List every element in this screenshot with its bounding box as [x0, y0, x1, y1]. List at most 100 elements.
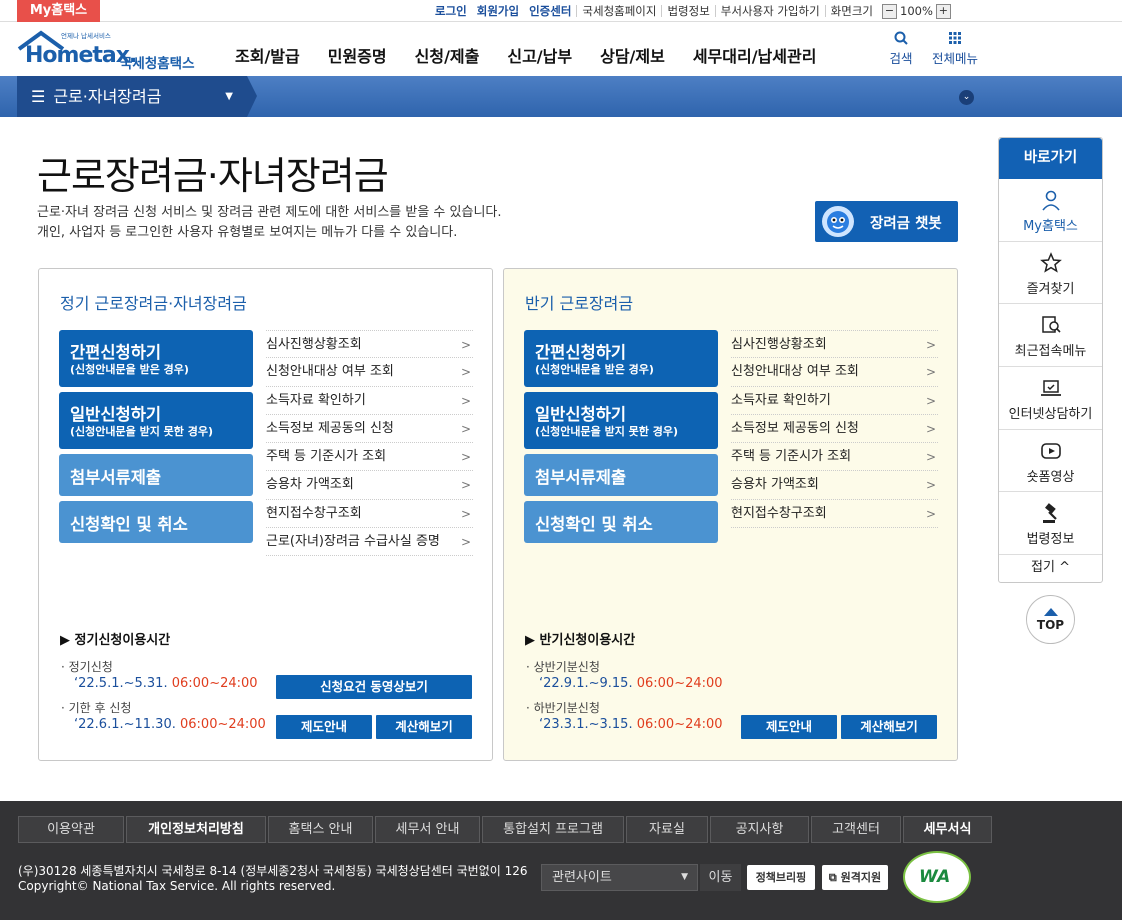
my-hometax-tab[interactable]: My홈택스 [17, 0, 100, 22]
calculate-button[interactable]: 계산해보기 [376, 715, 472, 739]
system-guide-button[interactable]: 제도안내 [276, 715, 372, 739]
expand-chevron-icon[interactable]: ⌄ [959, 90, 974, 105]
button-main-label: 첨부서류제출 [535, 468, 627, 487]
go-button[interactable]: 이동 [700, 864, 741, 891]
button-sub-label: (신청안내문을 받지 못한 경우) [535, 425, 678, 438]
video-button[interactable]: 신청요건 동영상보기 [276, 675, 472, 699]
button-main-label: 일반신청하기 [535, 405, 627, 424]
quick-favorites[interactable]: 즐겨찾기 [999, 242, 1102, 305]
hamburger-icon: ☰ [31, 87, 46, 106]
nav-consult[interactable]: 상담/제보 [600, 43, 665, 67]
dept-user-signup-link[interactable]: 부서사용자 가입하기 [714, 5, 825, 17]
footer-hometax-guide-link[interactable]: 홈택스 안내 [268, 816, 373, 843]
list-item[interactable]: 소득자료 확인하기 > [266, 387, 473, 415]
list-item[interactable]: 주택 등 기준시가 조회 > [266, 443, 473, 472]
list-item[interactable]: 소득정보 제공동의 신청 > [266, 415, 473, 444]
nts-home-link[interactable]: 국세청홈페이지 [576, 5, 661, 17]
check-cancel-button[interactable]: 신청확인 및 취소 [59, 501, 253, 543]
wa-certification-mark: WA [903, 851, 971, 903]
scroll-top-button[interactable]: TOP [1026, 595, 1075, 644]
button-main-label: 간편신청하기 [535, 343, 627, 362]
panel-title: 정기 근로장려금·자녀장려금 [60, 294, 247, 313]
submit-documents-button[interactable]: 첨부서류제출 [59, 454, 253, 496]
law-info-link[interactable]: 법령정보 [661, 5, 714, 17]
usage-time-title: ▶ 정기신청이용시간 [60, 633, 171, 648]
button-main-label: 신청확인 및 취소 [535, 515, 653, 534]
nav-tax-agent[interactable]: 세무대리/납세관리 [693, 43, 817, 67]
button-main-label: 첨부서류제출 [70, 468, 162, 487]
all-menu-button[interactable]: 전체메뉴 [928, 31, 982, 67]
list-item[interactable]: 소득정보 제공동의 신청 > [731, 415, 938, 444]
related-sites-select[interactable]: 관련사이트 ▼ [541, 864, 698, 891]
fold-button[interactable]: 접기 ^ [999, 555, 1102, 581]
quick-shortform-video[interactable]: 숏폼영상 [999, 430, 1102, 493]
chevron-right-icon: > [925, 338, 936, 352]
grid-menu-icon [949, 32, 961, 44]
simple-apply-button[interactable]: 간편신청하기 (신청안내문을 받은 경우) [59, 330, 253, 387]
list-item[interactable]: 근로(자녀)장려금 수급사실 증명 > [266, 528, 473, 557]
zoom-in-button[interactable]: + [935, 3, 951, 19]
quick-my-hometax[interactable]: My홈택스 [999, 179, 1102, 242]
list-item[interactable]: 신청안내대상 여부 조회 > [266, 358, 473, 387]
list-item[interactable]: 현지접수창구조회 > [266, 500, 473, 529]
calculate-button[interactable]: 계산해보기 [841, 715, 937, 739]
zoom-label: 화면크기 [824, 5, 878, 17]
search-button[interactable]: 검색 [886, 31, 916, 67]
cert-center-link[interactable]: 인증센터 [524, 3, 576, 19]
page-title: 근로장려금·자녀장려금 [37, 154, 389, 198]
chevron-right-icon: > [460, 338, 471, 352]
usage-period: ‘22.6.1.~11.30. 06:00~24:00 [74, 717, 266, 732]
general-apply-button[interactable]: 일반신청하기 (신청안내문을 받지 못한 경우) [59, 392, 253, 449]
footer-install-link[interactable]: 통합설치 프로그램 [482, 816, 624, 843]
quick-label: My홈택스 [1023, 219, 1078, 234]
nav-certificates[interactable]: 민원증명 [328, 43, 387, 67]
zoom-out-button[interactable]: − [882, 3, 897, 19]
usage-label: · 기한 후 신청 [61, 701, 132, 715]
footer-tax-forms-link[interactable]: 세무서식 [903, 816, 992, 843]
list-item[interactable]: 소득자료 확인하기 > [731, 387, 938, 415]
button-main-label: 간편신청하기 [70, 343, 162, 362]
usage-label: · 정기신청 [61, 660, 113, 674]
chatbot-button[interactable]: 장려금 챗봇 [815, 201, 958, 242]
general-apply-button[interactable]: 일반신청하기 (신청안내문을 받지 못한 경우) [524, 392, 718, 449]
usage-time-title: ▶ 반기신청이용시간 [525, 633, 636, 648]
footer-privacy-link[interactable]: 개인정보처리방침 [126, 816, 266, 843]
nav-report-pay[interactable]: 신고/납부 [507, 43, 572, 67]
logo-tagline: 언제나 납세서비스 [61, 32, 111, 40]
button-main-label: 신청확인 및 취소 [70, 515, 188, 534]
usage-period: ‘23.3.1.~3.15. 06:00~24:00 [539, 717, 723, 732]
footer-notice-link[interactable]: 공지사항 [710, 816, 809, 843]
list-item[interactable]: 승용차 가액조회 > [731, 471, 938, 500]
signup-link[interactable]: 회원가입 [472, 3, 524, 19]
footer-taxoffice-link[interactable]: 세무서 안내 [375, 816, 480, 843]
list-item[interactable]: 심사진행상황조회 > [266, 330, 473, 359]
arrow-up-icon [1044, 608, 1058, 616]
quick-online-consult[interactable]: 인터넷상담하기 [999, 367, 1102, 430]
list-item[interactable]: 주택 등 기준시가 조회 > [731, 443, 938, 472]
quick-links-list: 심사진행상황조회 > 신청안내대상 여부 조회 > 소득자료 확인하기 > 소득정보 … [266, 330, 473, 557]
submit-documents-button[interactable]: 첨부서류제출 [524, 454, 718, 496]
main-header: 언제나 납세서비스 Hometax. 국세청홈택스 조회/발급 민원증명 신청/… [0, 23, 1122, 76]
hometax-logo[interactable]: 언제나 납세서비스 Hometax. 국세청홈택스 [17, 29, 202, 73]
list-item[interactable]: 심사진행상황조회 > [731, 330, 938, 359]
menu-category-select[interactable]: ☰ 근로·자녀장려금 ▼ [17, 76, 257, 117]
quick-recent-menu[interactable]: 최근접속메뉴 [999, 304, 1102, 368]
system-guide-button[interactable]: 제도안내 [741, 715, 837, 739]
footer-library-link[interactable]: 자료실 [626, 816, 708, 843]
search-label: 검색 [889, 51, 913, 66]
check-cancel-button[interactable]: 신청확인 및 취소 [524, 501, 718, 543]
list-item[interactable]: 승용차 가액조회 > [266, 471, 473, 500]
footer-support-link[interactable]: 고객센터 [811, 816, 901, 843]
login-link[interactable]: 로그인 [430, 3, 472, 19]
list-item[interactable]: 현지접수창구조회 > [731, 500, 938, 529]
nav-inquiry[interactable]: 조회/발급 [235, 43, 300, 67]
nav-apply[interactable]: 신청/제출 [415, 43, 480, 67]
quick-law-info[interactable]: 법령정보 [999, 492, 1102, 556]
footer-address: (우)30128 세종특별자치시 국세청로 8-14 (정부세종2청사 국세청동… [18, 864, 528, 894]
policy-briefing-button[interactable]: 정책브리핑 [747, 865, 815, 890]
simple-apply-button[interactable]: 간편신청하기 (신청안내문을 받은 경우) [524, 330, 718, 387]
remote-support-button[interactable]: ⧉ 원격지원 [822, 865, 888, 890]
list-item[interactable]: 신청안내대상 여부 조회 > [731, 358, 938, 387]
footer-terms-link[interactable]: 이용약관 [18, 816, 124, 843]
quick-label: 즐겨찾기 [1026, 281, 1075, 297]
